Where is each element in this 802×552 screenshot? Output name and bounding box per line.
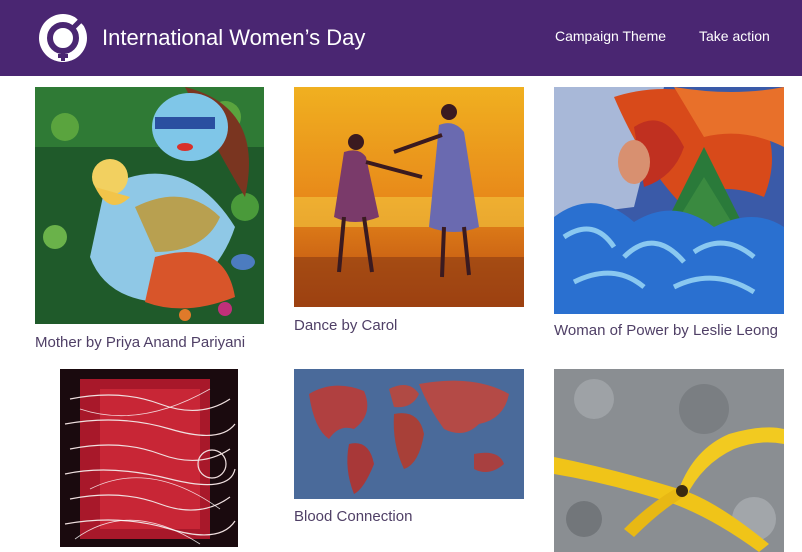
caption-blood-connection[interactable]: Blood Connection bbox=[294, 507, 524, 527]
iwd-logo-icon[interactable] bbox=[36, 9, 92, 65]
site-title[interactable]: International Women’s Day bbox=[102, 24, 365, 52]
caption-mother[interactable]: Mother by Priya Anand Pariyani bbox=[35, 333, 275, 353]
gallery-image-dance[interactable] bbox=[294, 87, 524, 307]
gallery-image-woman-of-power[interactable] bbox=[554, 87, 784, 314]
gallery-image-banana-peel[interactable] bbox=[554, 369, 784, 552]
gallery-image-red-script[interactable] bbox=[60, 369, 238, 547]
site-header: International Women’s Day Campaign Theme… bbox=[0, 0, 802, 76]
gallery-image-blood-connection[interactable] bbox=[294, 369, 524, 499]
gallery-image-mother[interactable] bbox=[35, 87, 264, 324]
nav-take-action[interactable]: Take action bbox=[699, 27, 770, 45]
nav-campaign-theme[interactable]: Campaign Theme bbox=[555, 27, 666, 45]
caption-woman-of-power[interactable]: Woman of Power by Leslie Leong bbox=[554, 321, 784, 341]
caption-dance[interactable]: Dance by Carol bbox=[294, 316, 524, 336]
